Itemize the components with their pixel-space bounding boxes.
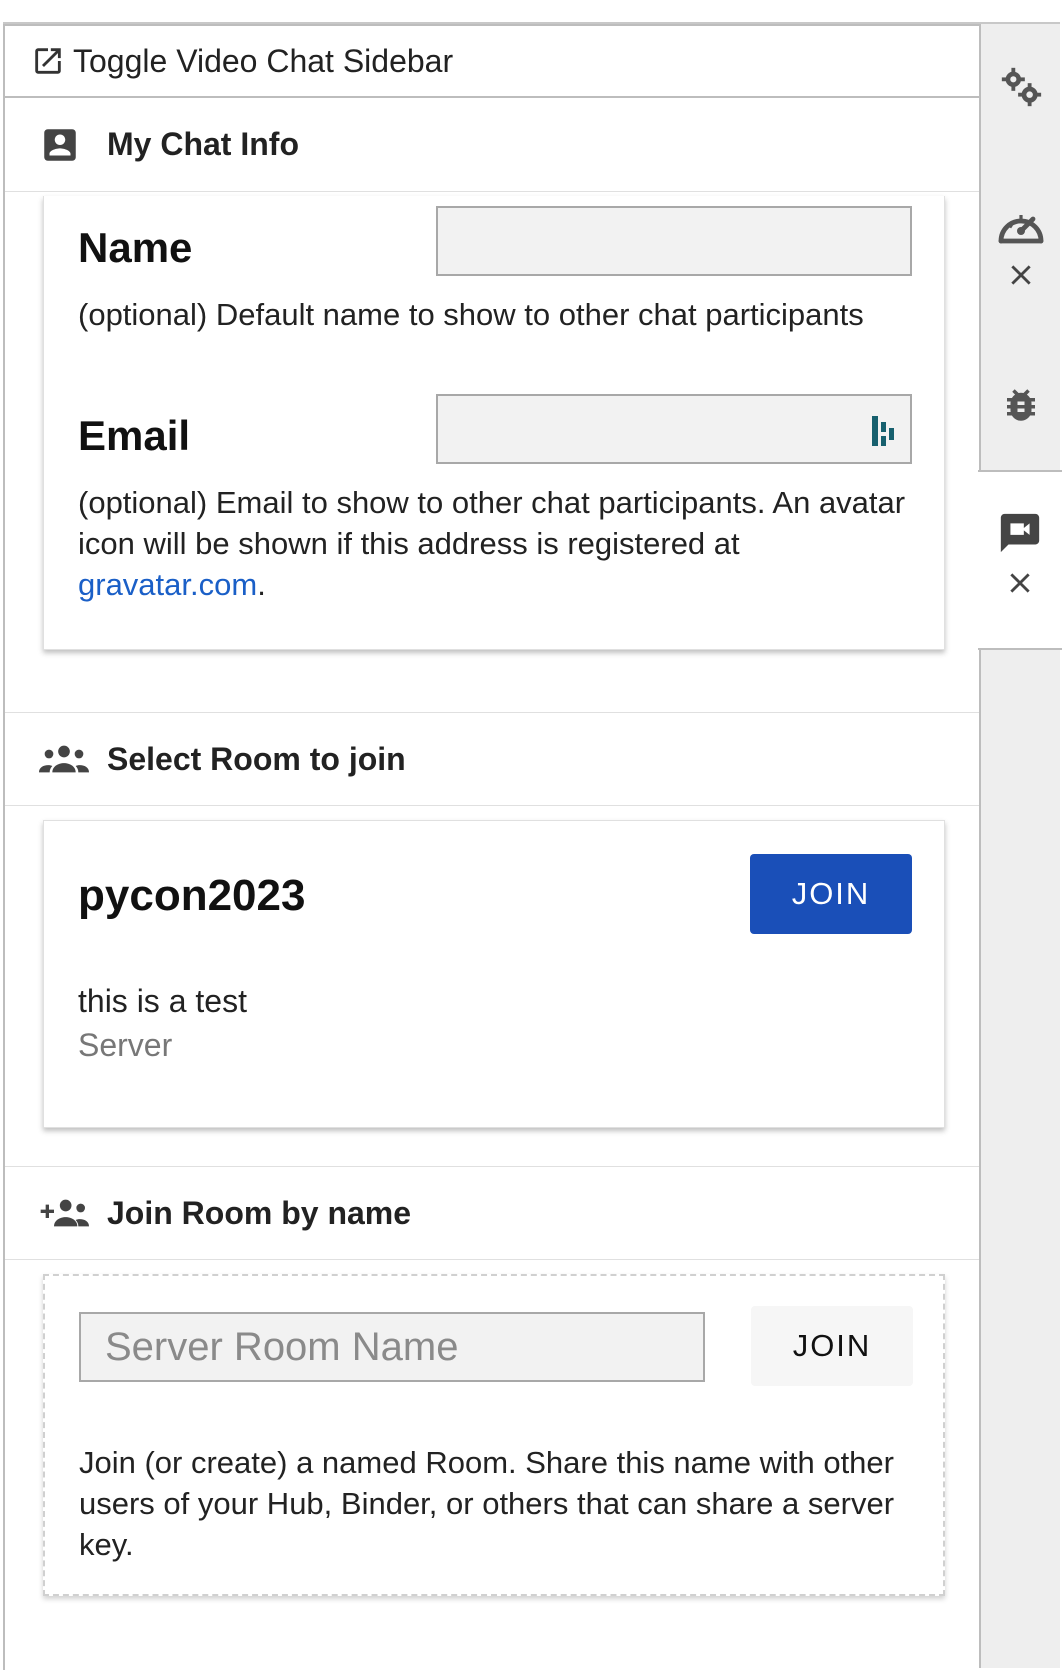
join-room-button[interactable]: JOIN xyxy=(750,854,912,934)
toggle-video-chat-sidebar-button[interactable]: Toggle Video Chat Sidebar xyxy=(5,26,981,98)
password-manager-icon[interactable] xyxy=(870,414,900,453)
join-by-name-button[interactable]: JOIN xyxy=(751,1306,913,1386)
join-by-name-help: Join (or create) a named Room. Share thi… xyxy=(79,1445,895,1562)
server-room-name-input[interactable] xyxy=(79,1312,705,1382)
sidebar-tab-gauge[interactable] xyxy=(981,202,1060,288)
close-icon[interactable] xyxy=(1008,262,1034,288)
name-input[interactable] xyxy=(436,206,912,276)
section-title: Select Room to join xyxy=(107,740,406,777)
open-in-new-icon xyxy=(35,48,61,74)
property-inspector-icon xyxy=(1001,67,1041,107)
video-chat-icon xyxy=(1000,513,1040,553)
my-chat-info-header[interactable]: My Chat Info xyxy=(5,98,981,192)
group-icon xyxy=(39,744,93,774)
room-description: this is a test xyxy=(78,983,247,1019)
email-help-suffix: . xyxy=(257,567,266,602)
gravatar-link[interactable]: gravatar.com xyxy=(78,567,257,602)
email-input[interactable] xyxy=(436,394,912,464)
email-help-prefix: (optional) Email to show to other chat p… xyxy=(78,485,906,561)
chat-info-card: Name (optional) Default name to show to … xyxy=(43,196,945,650)
email-help-text: (optional) Email to show to other chat p… xyxy=(78,482,908,605)
sidebar-tab-video-chat[interactable] xyxy=(978,470,1062,650)
gauge-icon xyxy=(998,202,1043,244)
room-card: pycon2023 JOIN this is a test Server xyxy=(43,820,945,1128)
account-box-icon xyxy=(39,124,93,166)
name-label: Name xyxy=(78,224,193,271)
close-icon[interactable] xyxy=(1007,570,1033,596)
toggle-label: Toggle Video Chat Sidebar xyxy=(73,42,454,79)
group-add-icon xyxy=(39,1198,93,1228)
right-sidebar xyxy=(978,24,1062,1668)
name-help-text: (optional) Default name to show to other… xyxy=(78,297,864,332)
debugger-icon xyxy=(1006,389,1035,421)
section-title: My Chat Info xyxy=(107,126,299,162)
sidebar-tab-property-inspector[interactable] xyxy=(981,64,1060,110)
room-source: Server xyxy=(78,1027,173,1063)
select-room-header[interactable]: Select Room to join xyxy=(5,712,981,806)
join-by-name-card: JOIN Join (or create) a named Room. Shar… xyxy=(43,1274,945,1596)
email-label: Email xyxy=(78,412,191,459)
video-chat-panel: Toggle Video Chat Sidebar My Chat Info N… xyxy=(3,24,981,1670)
join-room-by-name-header[interactable]: Join Room by name xyxy=(5,1166,981,1260)
section-title: Join Room by name xyxy=(107,1194,412,1231)
sidebar-tab-debugger[interactable] xyxy=(981,384,1060,426)
room-name: pycon2023 xyxy=(78,871,306,920)
